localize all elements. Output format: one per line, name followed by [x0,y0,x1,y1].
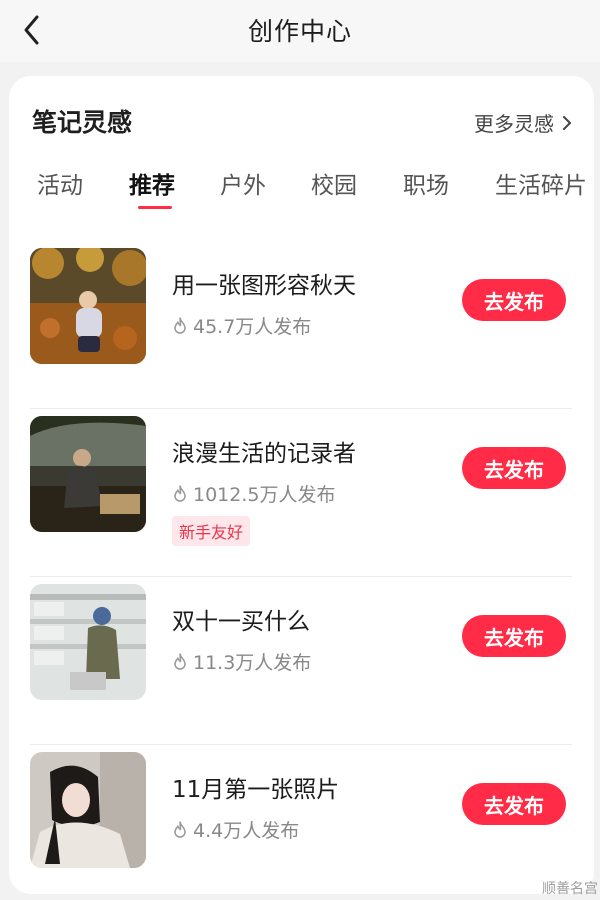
inspiration-card: 笔记灵感 更多灵感 活动 推荐 户外 校园 职场 生活碎片 用一张图形容秋天 4… [9,76,594,894]
list-item[interactable]: 用一张图形容秋天 45.7万人发布 去发布 [9,241,594,409]
publish-count: 1012.5万人发布 [172,480,335,507]
publish-count-text: 4.4万人发布 [193,820,300,842]
top-bar: 创作中心 [0,0,600,62]
publish-button[interactable]: 去发布 [462,783,566,825]
publish-count-text: 11.3万人发布 [193,652,312,674]
item-title: 用一张图形容秋天 [172,273,356,299]
active-tab-indicator [138,206,172,209]
publish-count-text: 45.7万人发布 [193,316,312,338]
thumbnail-image [30,248,146,364]
more-inspiration-label: 更多灵感 [474,112,554,136]
page-title: 创作中心 [247,17,352,46]
publish-count-text: 1012.5万人发布 [193,484,336,506]
publish-count: 45.7万人发布 [172,312,311,339]
tab-workplace[interactable]: 职场 [403,166,449,200]
list-item[interactable]: 11月第一张照片 4.4万人发布 去发布 [9,745,594,894]
tab-activity[interactable]: 活动 [37,166,83,200]
tab-campus[interactable]: 校园 [311,166,357,200]
thumbnail-image [30,584,146,700]
publish-count: 11.3万人发布 [172,648,311,675]
tab-recommended[interactable]: 推荐 [129,166,175,200]
item-title: 双十一买什么 [172,609,310,635]
list-item[interactable]: 浪漫生活的记录者 1012.5万人发布 新手友好 去发布 [9,409,594,577]
publish-count: 4.4万人发布 [172,816,299,843]
watermark: 顺善名宫 [542,881,598,897]
publish-button[interactable]: 去发布 [462,447,566,489]
flame-icon [174,316,186,334]
flame-icon [174,484,186,502]
item-title: 浪漫生活的记录者 [172,441,356,467]
thumbnail-image [30,416,146,532]
beginner-friendly-badge: 新手友好 [172,516,251,546]
card-header: 笔记灵感 更多灵感 [9,76,594,156]
more-inspiration-link[interactable]: 更多灵感 [474,108,572,137]
chevron-right-icon [563,115,571,130]
publish-button[interactable]: 去发布 [462,279,566,321]
tab-life-fragments[interactable]: 生活碎片 [495,166,587,200]
flame-icon [174,652,186,670]
section-title: 笔记灵感 [32,108,133,137]
flame-icon [174,820,186,838]
publish-button[interactable]: 去发布 [462,615,566,657]
tab-outdoor[interactable]: 户外 [220,166,266,200]
category-tabs: 活动 推荐 户外 校园 职场 生活碎片 [9,166,594,216]
thumbnail-image [30,752,146,868]
item-title: 11月第一张照片 [172,777,340,803]
list-item[interactable]: 双十一买什么 11.3万人发布 去发布 [9,577,594,745]
